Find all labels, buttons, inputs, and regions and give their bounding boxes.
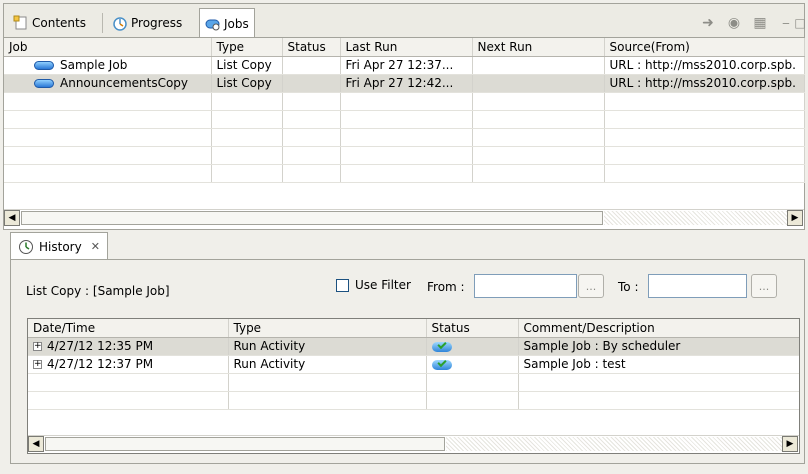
- job-icon: [34, 79, 54, 88]
- to-date-picker-button[interactable]: ...: [751, 274, 777, 298]
- jobs-horizontal-scrollbar[interactable]: ◀ ▶: [4, 209, 804, 226]
- column-header-job[interactable]: Job: [4, 38, 212, 57]
- history-comment: Sample Job : test: [518, 355, 799, 374]
- close-icon[interactable]: ✕: [91, 240, 100, 253]
- history-icon: [19, 239, 33, 254]
- job-next-run: [472, 74, 605, 93]
- scroll-left-arrow-icon[interactable]: ◀: [4, 210, 20, 226]
- status-success-icon: [431, 341, 452, 352]
- job-next-run: [472, 56, 605, 75]
- history-comment: Sample Job : By scheduler: [518, 337, 799, 356]
- from-date-field[interactable]: [474, 274, 577, 298]
- tab-separator: [102, 13, 103, 33]
- history-table-header: Date/Time Type Status Comment/Descriptio…: [28, 319, 799, 338]
- job-type: List Copy: [211, 74, 283, 93]
- jobs-table: Job Type Status Last Run Next Run Source…: [4, 38, 805, 183]
- column-header-type[interactable]: Type: [211, 38, 283, 57]
- empty-row: [4, 110, 805, 129]
- history-datetime: 4/27/12 12:35 PM: [47, 339, 154, 353]
- job-name: AnnouncementsCopy: [60, 76, 189, 90]
- maximize-view-button[interactable]: □: [790, 14, 808, 32]
- empty-row: [4, 128, 805, 147]
- job-status: [282, 74, 341, 93]
- progress-icon: [113, 16, 127, 31]
- tab-progress-label: Progress: [131, 15, 183, 30]
- editor-tab-bar: Contents Progress Jobs ➜ ◉ ▦ ‒ □: [3, 3, 808, 38]
- empty-row: [4, 164, 805, 183]
- scroll-thumb[interactable]: [45, 437, 445, 451]
- tab-contents[interactable]: Contents: [7, 9, 92, 36]
- tab-history-label: History: [39, 239, 82, 254]
- use-filter-label: Use Filter: [355, 278, 411, 292]
- from-label: From :: [427, 280, 465, 294]
- job-type: List Copy: [211, 56, 283, 75]
- history-context-label: List Copy : [Sample Job]: [26, 284, 170, 298]
- column-header-datetime[interactable]: Date/Time: [28, 319, 229, 338]
- scroll-left-arrow-icon[interactable]: ◀: [28, 436, 44, 452]
- empty-row: [28, 373, 799, 392]
- column-header-comment[interactable]: Comment/Description: [518, 319, 799, 338]
- jobs-table-header: Job Type Status Last Run Next Run Source…: [4, 38, 805, 57]
- scroll-track[interactable]: [446, 437, 782, 451]
- to-label: To :: [618, 280, 639, 294]
- history-horizontal-scrollbar[interactable]: ◀ ▶: [28, 435, 799, 452]
- use-filter-checkbox[interactable]: [336, 278, 349, 292]
- status-success-icon: [431, 359, 452, 370]
- table-row[interactable]: +4/27/12 12:37 PM Run Activity Sample Jo…: [28, 355, 799, 374]
- history-type: Run Activity: [228, 355, 427, 374]
- job-source: URL : http://mss2010.corp.spb.: [604, 74, 805, 93]
- tab-history[interactable]: History ✕: [10, 232, 108, 260]
- empty-row: [4, 146, 805, 165]
- history-table-panel: Date/Time Type Status Comment/Descriptio…: [27, 318, 800, 454]
- job-status: [282, 56, 341, 75]
- column-header-status[interactable]: Status: [282, 38, 341, 57]
- scroll-right-arrow-icon[interactable]: ▶: [782, 436, 798, 452]
- history-datetime: 4/27/12 12:37 PM: [47, 357, 154, 371]
- column-header-type[interactable]: Type: [228, 319, 427, 338]
- job-properties-icon[interactable]: ▦: [750, 14, 770, 32]
- tab-jobs-label: Jobs: [224, 16, 249, 31]
- history-table: Date/Time Type Status Comment/Descriptio…: [28, 319, 799, 410]
- jobs-table-panel: Job Type Status Last Run Next Run Source…: [3, 37, 805, 230]
- job-last-run: Fri Apr 27 12:37...: [340, 56, 473, 75]
- stop-job-icon[interactable]: ◉: [724, 14, 744, 32]
- jobs-icon: [205, 19, 220, 30]
- column-header-last-run[interactable]: Last Run: [340, 38, 473, 57]
- column-header-status[interactable]: Status: [426, 319, 519, 338]
- job-last-run: Fri Apr 27 12:42...: [340, 74, 473, 93]
- job-icon: [34, 61, 54, 70]
- scroll-right-arrow-icon[interactable]: ▶: [787, 210, 803, 226]
- history-type: Run Activity: [228, 337, 427, 356]
- job-name: Sample Job: [60, 58, 128, 72]
- tab-jobs[interactable]: Jobs: [199, 8, 255, 38]
- job-source: URL : http://mss2010.corp.spb.: [604, 56, 805, 75]
- from-date-picker-button[interactable]: ...: [578, 274, 604, 298]
- column-header-next-run[interactable]: Next Run: [472, 38, 605, 57]
- use-filter-control[interactable]: Use Filter: [336, 278, 411, 292]
- tab-contents-label: Contents: [32, 15, 86, 30]
- column-header-source[interactable]: Source(From): [604, 38, 805, 57]
- table-row[interactable]: +4/27/12 12:35 PM Run Activity Sample Jo…: [28, 337, 799, 356]
- contents-icon: [13, 15, 27, 29]
- empty-row: [4, 92, 805, 111]
- expand-icon[interactable]: +: [33, 360, 42, 369]
- run-job-icon[interactable]: ➜: [698, 14, 718, 32]
- scroll-thumb[interactable]: [21, 211, 603, 225]
- table-row[interactable]: Sample Job List Copy Fri Apr 27 12:37...…: [4, 56, 805, 75]
- tab-progress[interactable]: Progress: [106, 9, 188, 36]
- empty-row: [28, 391, 799, 410]
- scroll-track[interactable]: [604, 211, 787, 225]
- to-date-field[interactable]: [648, 274, 747, 298]
- expand-icon[interactable]: +: [33, 342, 42, 351]
- table-row[interactable]: AnnouncementsCopy List Copy Fri Apr 27 1…: [4, 74, 805, 93]
